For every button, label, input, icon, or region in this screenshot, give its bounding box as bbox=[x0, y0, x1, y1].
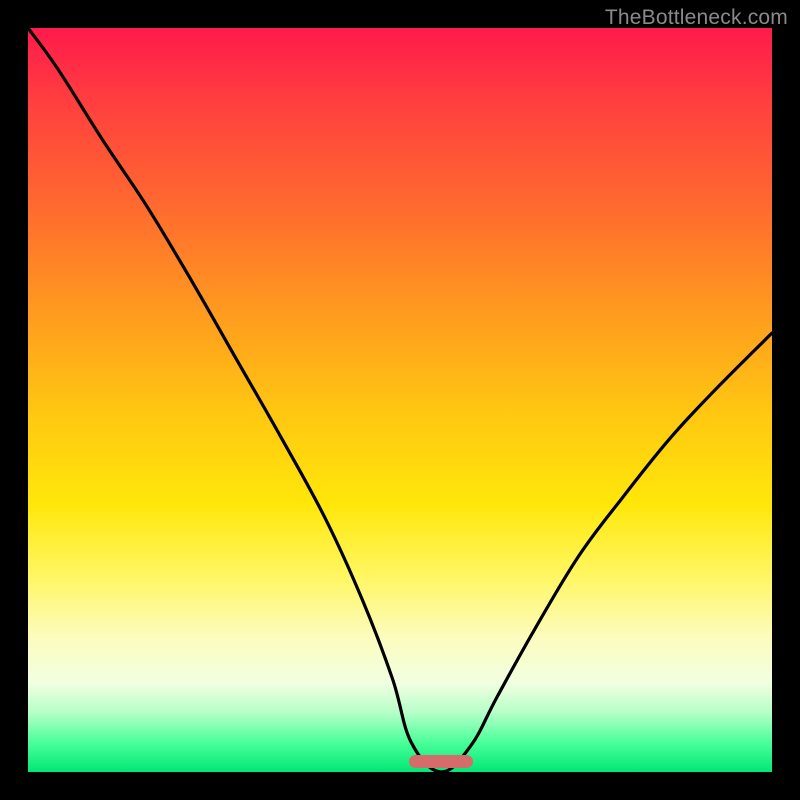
curve-layer bbox=[28, 28, 772, 772]
optimal-range-marker bbox=[409, 755, 472, 768]
bottleneck-curve bbox=[28, 28, 772, 772]
attribution-text: TheBottleneck.com bbox=[605, 6, 788, 30]
chart-plot-area bbox=[28, 28, 772, 772]
chart-frame: TheBottleneck.com bbox=[0, 0, 800, 800]
